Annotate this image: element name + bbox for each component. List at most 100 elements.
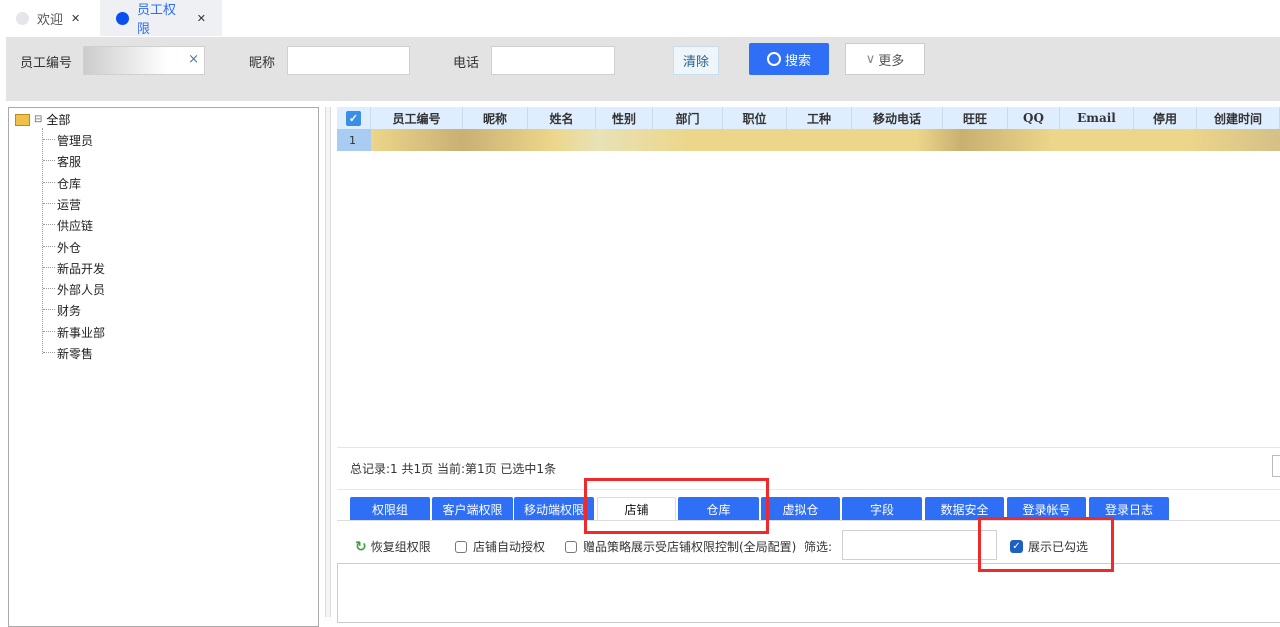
employee-id-label: 员工编号 xyxy=(20,56,73,71)
tree-line xyxy=(43,288,55,290)
tree-item[interactable]: 供应链 xyxy=(43,217,94,234)
tree-item-label: 供应链 xyxy=(57,219,94,234)
panel-tab[interactable]: 移动端权限 xyxy=(514,497,594,521)
nickname-input[interactable] xyxy=(287,46,410,75)
panel-tab[interactable]: 虚拟仓 xyxy=(761,497,840,521)
panel-tab[interactable]: 客户端权限 xyxy=(432,497,513,521)
panel-tab[interactable]: 权限组 xyxy=(350,497,430,521)
employee-grid: ✓ 员工编号 昵称 姓名 性别 部门 职位 工种 移动电话 旺旺 QQ Email 停用 创建时间 1 xyxy=(337,107,1280,447)
tree-line xyxy=(42,128,43,354)
column-header[interactable]: Email xyxy=(1060,107,1134,129)
column-header[interactable]: 职位 xyxy=(723,107,787,129)
close-icon[interactable]: ✕ xyxy=(71,12,80,25)
tree-item[interactable]: 财务 xyxy=(43,302,82,319)
panel-tab[interactable]: 字段 xyxy=(842,497,922,521)
tree-root[interactable]: ⊟ 全部 xyxy=(15,111,70,128)
table-row[interactable] xyxy=(371,129,1280,151)
column-header[interactable]: 部门 xyxy=(653,107,723,129)
column-header[interactable]: 昵称 xyxy=(463,107,528,129)
tree-item-label: 管理员 xyxy=(57,134,94,148)
tab-employee-permissions[interactable]: 员工权限 ✕ xyxy=(100,0,222,37)
phone-label: 电话 xyxy=(453,56,480,71)
divider xyxy=(337,447,1280,448)
circle-icon xyxy=(116,11,129,25)
gift-policy-label: 赠品策略展示受店铺权限控制(全局配置) xyxy=(583,540,797,554)
employee-id-input[interactable]: × xyxy=(83,46,205,75)
column-header[interactable]: 移动电话 xyxy=(852,107,943,129)
tab-label: 员工权限 xyxy=(136,3,176,37)
auto-auth-label: 店铺自动授权 xyxy=(473,540,546,554)
tree-item-label: 外仓 xyxy=(57,240,82,255)
tree-item[interactable]: 新事业部 xyxy=(43,324,106,341)
clear-button[interactable]: 清除 xyxy=(673,46,719,75)
column-header[interactable]: 停用 xyxy=(1134,107,1197,129)
tree-item-label: 新品开发 xyxy=(57,261,106,276)
tree-line xyxy=(43,202,55,204)
divider xyxy=(337,520,1280,521)
tree-line xyxy=(43,330,55,332)
tree-item[interactable]: 新品开发 xyxy=(43,260,106,277)
column-header[interactable]: 姓名 xyxy=(528,107,596,129)
folder-open-icon xyxy=(15,113,30,126)
close-icon[interactable]: ✕ xyxy=(197,12,206,25)
tree-line xyxy=(43,266,55,268)
page-size-select[interactable] xyxy=(1272,455,1280,477)
highlight-box xyxy=(978,517,1114,572)
checkbox-checked-icon: ✓ xyxy=(346,110,361,126)
tree-line xyxy=(43,181,55,183)
tree-item-label: 仓库 xyxy=(57,176,82,191)
tree-item-label: 财务 xyxy=(57,304,82,319)
tree-item[interactable]: 仓库 xyxy=(43,175,82,192)
tab-welcome[interactable]: 欢迎 ✕ xyxy=(0,0,100,36)
chevron-down-icon: ∨ xyxy=(865,51,876,67)
column-header[interactable]: QQ xyxy=(1008,107,1060,129)
divider xyxy=(337,489,1280,490)
filter-label: 筛选: xyxy=(804,540,833,554)
column-header[interactable]: 工种 xyxy=(787,107,852,129)
gift-policy-checkbox[interactable]: 赠品策略展示受店铺权限控制(全局配置) xyxy=(565,538,796,555)
tree-line xyxy=(43,224,55,226)
tree-item-label: 新零售 xyxy=(57,347,94,361)
tree-item-label: 外部人员 xyxy=(57,283,106,298)
tree-item[interactable]: 管理员 xyxy=(43,132,94,149)
tree-item-label: 新事业部 xyxy=(57,325,106,340)
collapse-icon[interactable]: ⊟ xyxy=(34,114,42,125)
phone-input[interactable] xyxy=(491,46,615,75)
tree-line xyxy=(43,139,55,140)
refresh-icon: ↻ xyxy=(355,538,367,555)
column-header[interactable]: 性别 xyxy=(596,107,653,129)
search-label: 搜索 xyxy=(784,53,811,69)
tree-item[interactable]: 新零售 xyxy=(43,345,94,362)
search-icon xyxy=(766,52,781,66)
row-index: 1 xyxy=(337,129,371,151)
department-tree: ⊟ 全部 管理员客服仓库运营供应链外仓新品开发外部人员财务新事业部新零售 xyxy=(8,107,319,627)
tree-item[interactable]: 外仓 xyxy=(43,239,82,256)
search-button[interactable]: 搜索 xyxy=(749,43,829,75)
nickname-label: 昵称 xyxy=(249,56,276,71)
highlight-box xyxy=(584,478,769,534)
splitter[interactable] xyxy=(325,107,331,617)
tree-line xyxy=(43,352,55,353)
tree-item-label: 运营 xyxy=(57,197,82,212)
column-header[interactable]: 旺旺 xyxy=(943,107,1008,129)
restore-group-permission-button[interactable]: ↻ 恢复组权限 xyxy=(355,538,431,555)
grid-footer-status: 总记录:1 共1页 当前:第1页 已选中1条 xyxy=(350,462,557,476)
more-label: 更多 xyxy=(878,53,905,69)
tree-line xyxy=(43,160,55,162)
select-all-checkbox[interactable]: ✓ xyxy=(337,107,371,129)
tree-item[interactable]: 运营 xyxy=(43,196,82,213)
tree-item[interactable]: 客服 xyxy=(43,153,81,170)
clear-input-icon[interactable]: × xyxy=(188,52,199,67)
tree-root-label: 全部 xyxy=(46,113,71,127)
circle-icon xyxy=(16,11,29,25)
column-header[interactable]: 创建时间 xyxy=(1197,107,1280,129)
restore-label: 恢复组权限 xyxy=(370,540,431,554)
tab-label: 欢迎 xyxy=(37,12,64,28)
checkbox-icon xyxy=(455,540,467,553)
filter-input[interactable] xyxy=(842,530,997,560)
tree-item[interactable]: 外部人员 xyxy=(43,281,106,298)
column-header[interactable]: 员工编号 xyxy=(371,107,463,129)
shop-auto-auth-checkbox[interactable]: 店铺自动授权 xyxy=(455,538,545,555)
more-button[interactable]: ∨ 更多 xyxy=(845,43,925,75)
tree-line xyxy=(43,245,55,247)
